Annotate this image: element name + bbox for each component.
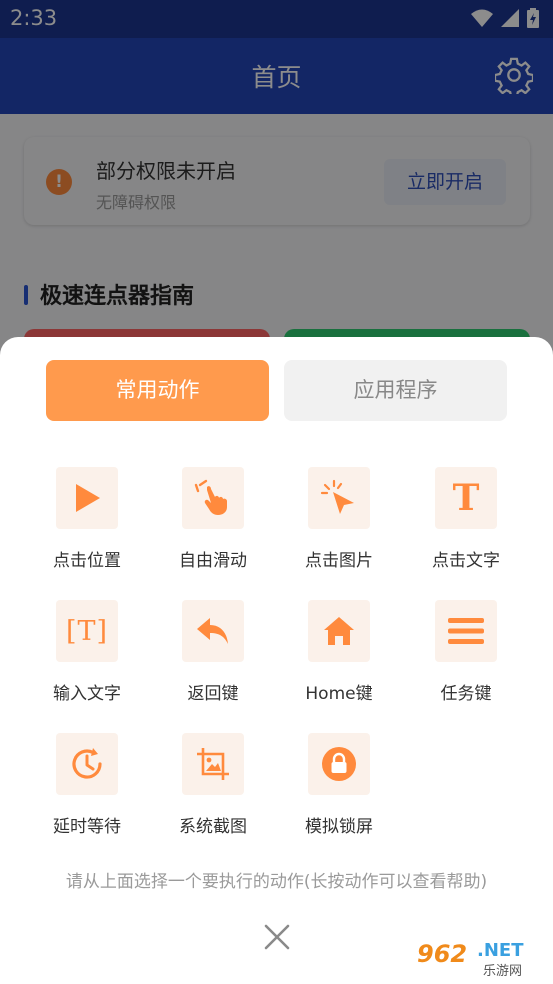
tab-applications[interactable]: 应用程序 [284, 360, 507, 421]
action-bottom-sheet: 常用动作 应用程序 点击位置 自由滑动 点击图片 T 点击文字 [T] 输入文字 [0, 337, 553, 984]
action-label: 点击位置 [53, 551, 121, 571]
action-tap-image[interactable]: 点击图片 [276, 467, 402, 571]
watermark-domain: .NET [477, 940, 524, 961]
sheet-hint-text: 请从上面选择一个要执行的动作(长按动作可以查看帮助) [65, 872, 488, 892]
action-input-text[interactable]: [T] 输入文字 [24, 600, 150, 704]
site-watermark-logo: 962 .NET 乐游网 [411, 938, 545, 979]
watermark-number: 962 [417, 940, 468, 968]
action-label: 自由滑动 [179, 551, 247, 571]
close-icon[interactable] [262, 922, 292, 952]
action-back-key[interactable]: 返回键 [150, 600, 276, 704]
action-label: 系统截图 [179, 817, 247, 837]
action-free-swipe[interactable]: 自由滑动 [150, 467, 276, 571]
tap-position-icon [56, 467, 118, 529]
text-t-icon: T [435, 467, 497, 529]
action-tap-position[interactable]: 点击位置 [24, 467, 150, 571]
input-text-glyph: [T] [65, 615, 109, 647]
action-label: Home键 [305, 684, 373, 704]
action-label: 任务键 [440, 684, 492, 704]
menu-lines-icon [435, 600, 497, 662]
action-label: 点击图片 [305, 551, 373, 571]
action-home-key[interactable]: Home键 [276, 600, 402, 704]
action-label: 返回键 [187, 684, 239, 704]
action-simulate-lock[interactable]: 模拟锁屏 [276, 733, 402, 837]
swipe-hand-icon [182, 467, 244, 529]
watermark-site: 乐游网 [483, 964, 523, 979]
action-task-key[interactable]: 任务键 [403, 600, 529, 704]
action-delay-wait[interactable]: 延时等待 [24, 733, 150, 837]
input-text-icon: [T] [56, 600, 118, 662]
action-label: 点击文字 [432, 551, 500, 571]
action-label: 延时等待 [53, 817, 121, 837]
text-t-glyph: T [452, 477, 480, 519]
tap-image-icon [308, 467, 370, 529]
lock-icon [308, 733, 370, 795]
action-tap-text[interactable]: T 点击文字 [403, 467, 529, 571]
tab-common-actions[interactable]: 常用动作 [46, 360, 269, 421]
home-icon [308, 600, 370, 662]
screenshot-crop-icon [182, 733, 244, 795]
action-system-screenshot[interactable]: 系统截图 [150, 733, 276, 837]
action-label: 输入文字 [53, 684, 121, 704]
action-label: 模拟锁屏 [305, 817, 373, 837]
clock-delay-icon [56, 733, 118, 795]
back-arrow-icon [182, 600, 244, 662]
